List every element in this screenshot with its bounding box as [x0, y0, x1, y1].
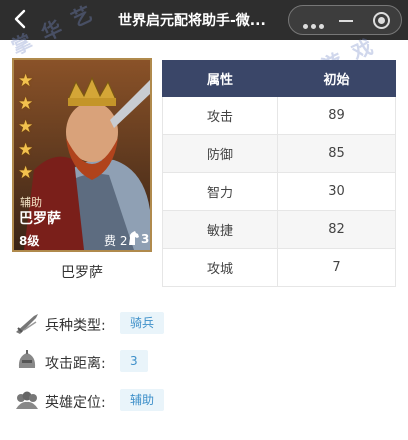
table-row: 攻城 7	[162, 248, 396, 287]
star-icon: ★	[18, 117, 34, 137]
mini-program-capsule	[288, 5, 402, 35]
star-icon: ★	[18, 71, 34, 91]
stat-name: 攻击	[162, 96, 278, 135]
troops-icon	[16, 391, 38, 409]
hero-position-row: 英雄定位: 辅助	[14, 387, 214, 413]
stat-value: 85	[277, 134, 396, 173]
column-header-initial: 初始	[277, 60, 396, 97]
minimize-icon[interactable]	[339, 20, 353, 22]
table-row: 攻击 89	[162, 96, 396, 135]
back-arrow-icon[interactable]	[10, 8, 32, 30]
attack-range-tag: 3	[120, 350, 148, 372]
cost-label: 费	[104, 234, 117, 248]
hero-level: 8级	[19, 234, 40, 248]
stat-name: 敏捷	[162, 210, 278, 249]
hero-position-tag: 辅助	[120, 389, 165, 411]
helmet-icon	[18, 350, 36, 368]
hero-name-label: 巴罗萨	[61, 265, 103, 281]
close-target-icon[interactable]	[373, 12, 390, 29]
troop-type-row: 兵种类型: 骑兵	[14, 310, 214, 336]
window-title: 世界启元配将助手-微...	[118, 13, 266, 29]
stat-value: 30	[277, 172, 396, 211]
hero-card-name: 巴罗萨	[19, 211, 61, 227]
stat-value: 7	[277, 248, 396, 287]
table-row: 敏捷 82	[162, 210, 396, 249]
title-bar: 世界启元配将助手-微...	[0, 0, 408, 40]
attack-range-label: 攻击距离:	[45, 356, 106, 372]
table-header-row: 属性 初始	[162, 60, 396, 97]
table-row: 防御 85	[162, 134, 396, 173]
more-dots-icon[interactable]	[303, 14, 329, 29]
horse-icon	[129, 231, 139, 245]
troop-type-label: 兵种类型:	[45, 318, 106, 334]
stat-name: 智力	[162, 172, 278, 211]
star-rating: ★ ★ ★ ★ ★	[18, 70, 38, 185]
hero-card[interactable]: ★ ★ ★ ★ ★ 辅助 巴罗萨 8级 费 2 3	[12, 58, 152, 252]
cost-extra: 3	[141, 232, 150, 246]
hero-cost: 费 2	[104, 232, 127, 249]
troop-type-tag: 骑兵	[120, 312, 165, 334]
sword-icon	[16, 314, 38, 334]
column-header-attribute: 属性	[162, 60, 278, 97]
attack-range-row: 攻击距离: 3	[14, 348, 214, 374]
stat-name: 防御	[162, 134, 278, 173]
star-icon: ★	[18, 140, 34, 160]
stat-value: 82	[277, 210, 396, 249]
stat-name: 攻城	[162, 248, 278, 287]
stat-value: 89	[277, 96, 396, 135]
table-row: 智力 30	[162, 172, 396, 211]
star-icon: ★	[18, 163, 34, 183]
star-icon: ★	[18, 94, 34, 114]
stats-table: 属性 初始 攻击 89 防御 85 智力 30 敏捷 82 攻城 7	[162, 60, 396, 287]
hero-position-label: 英雄定位:	[45, 395, 106, 411]
